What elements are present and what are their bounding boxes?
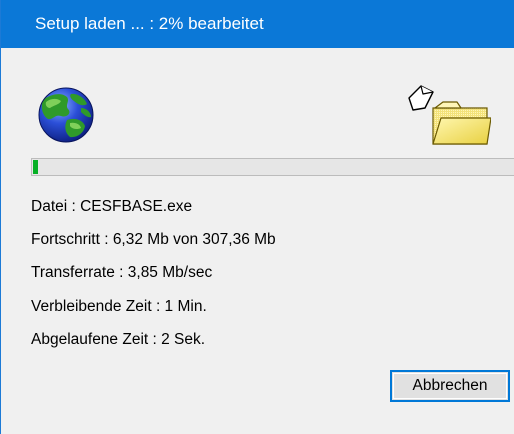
download-progress-bar <box>31 158 514 176</box>
progress-bar-fill <box>33 160 38 174</box>
progress-size-label: Fortschritt : 6,32 Mb von 307,36 Mb <box>31 231 276 248</box>
globe-icon <box>38 87 94 143</box>
remaining-time-label: Verbleibende Zeit : 1 Min. <box>31 298 207 315</box>
cancel-button[interactable]: Abbrechen <box>390 370 510 402</box>
window-title: Setup laden ... : 2% bearbeitet <box>35 14 264 33</box>
transfer-rate-label: Transferrate : 3,85 Mb/sec <box>31 264 213 281</box>
flying-page-icon <box>408 85 434 111</box>
file-name-label: Datei : CESFBASE.exe <box>31 198 193 215</box>
title-bar[interactable]: Setup laden ... : 2% bearbeitet <box>1 0 514 48</box>
cancel-button-label: Abbrechen <box>393 373 507 399</box>
file-transfer-folder-icon <box>408 85 491 145</box>
elapsed-time-label: Abgelaufene Zeit : 2 Sek. <box>31 331 206 348</box>
setup-download-window: Setup laden ... : 2% bearbeitet Datei: … <box>0 0 514 434</box>
